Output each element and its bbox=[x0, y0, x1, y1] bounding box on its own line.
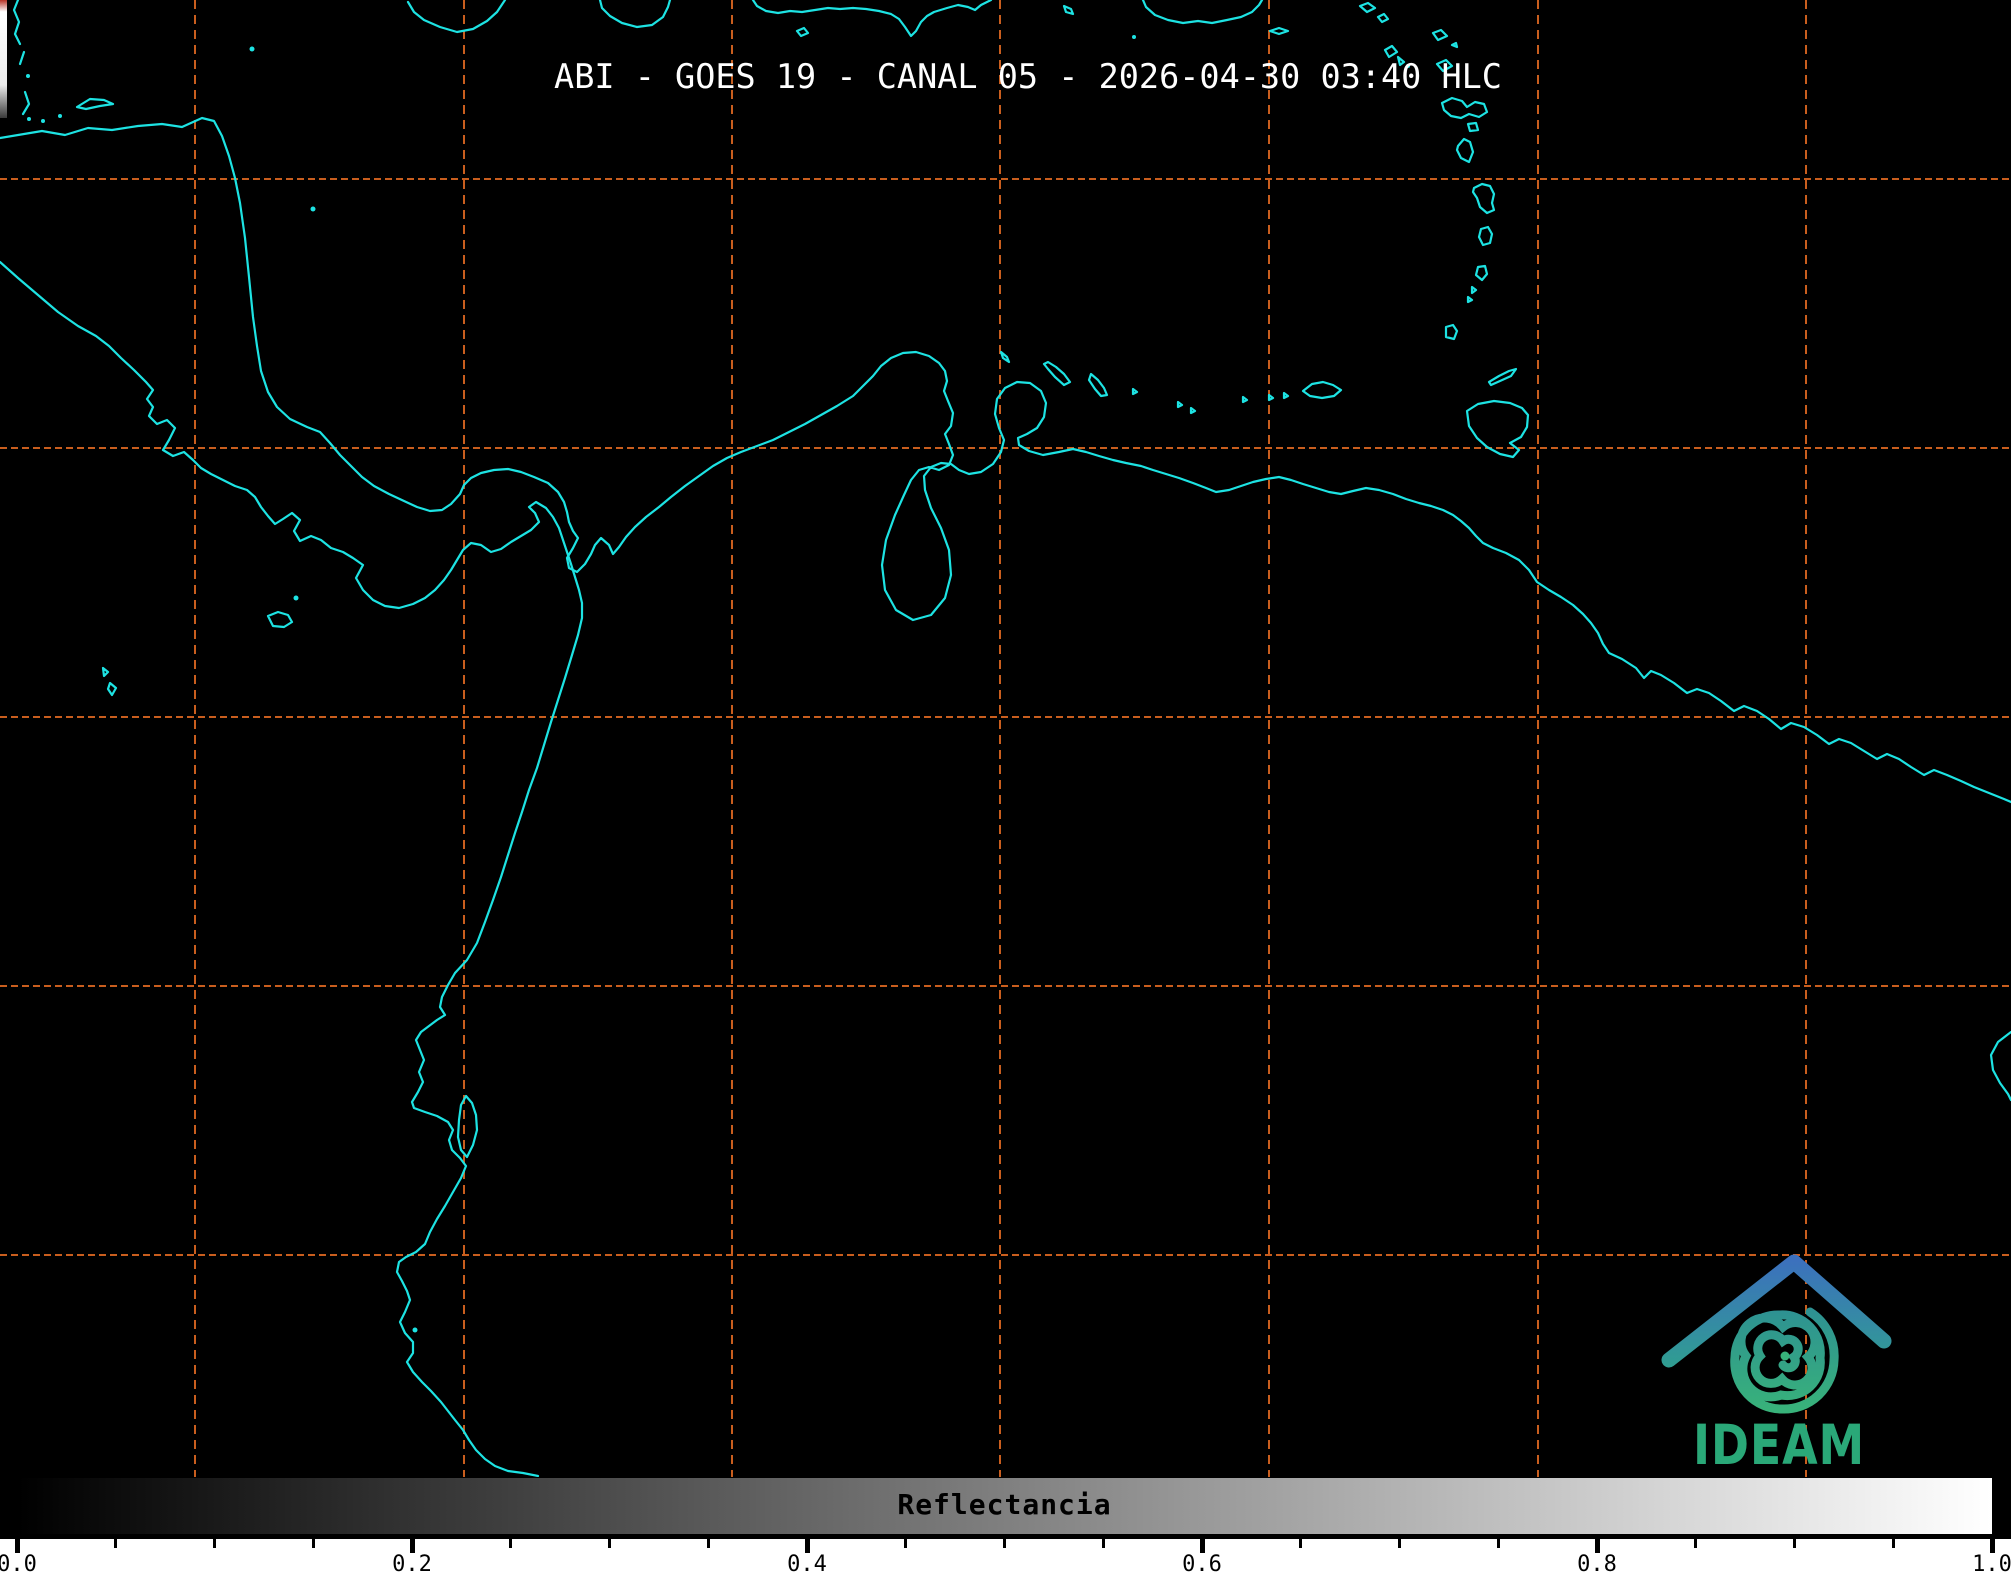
colorbar-tick-label: 0.8 bbox=[1577, 1552, 1617, 1577]
colorbar-tick-label: 1.0 bbox=[1972, 1552, 2011, 1577]
colorbar-tick bbox=[114, 1539, 118, 1548]
colorbar-tick bbox=[213, 1539, 216, 1548]
colorbar-tick bbox=[1101, 1539, 1105, 1548]
colorbar-tick bbox=[608, 1539, 611, 1548]
scan-edge-artifact bbox=[0, 0, 7, 118]
colorbar-tick bbox=[1299, 1539, 1303, 1548]
colorbar-tick-label: 0.4 bbox=[787, 1552, 827, 1577]
screenshot-root: { "map": { "background": "#000000", "coa… bbox=[0, 0, 2011, 1577]
colorbar-tick bbox=[1594, 1539, 1600, 1553]
colorbar-tick bbox=[1199, 1539, 1205, 1553]
colorbar-tick bbox=[311, 1539, 315, 1548]
satellite-map-image: ABI - GOES 19 - CANAL 05 - 2026-04-30 03… bbox=[0, 0, 2011, 1477]
image-title: ABI - GOES 19 - CANAL 05 - 2026-04-30 03… bbox=[554, 57, 1502, 96]
spiral-eye-dot bbox=[1780, 1351, 1790, 1361]
colorbar-tick bbox=[904, 1539, 908, 1548]
colorbar-tick bbox=[409, 1539, 415, 1553]
colorbar-tick-label: 0.6 bbox=[1182, 1552, 1222, 1577]
colorbar-tick-label: 0.2 bbox=[392, 1552, 432, 1577]
colorbar-tick bbox=[1989, 1539, 1995, 1553]
colorbar-title: Reflectancia bbox=[897, 1488, 1112, 1521]
colorbar-tick bbox=[706, 1539, 710, 1548]
colorbar-tick bbox=[1793, 1539, 1796, 1548]
colorbar-tick bbox=[1891, 1539, 1895, 1548]
colorbar-tick bbox=[804, 1539, 810, 1553]
colorbar-tick bbox=[1398, 1539, 1401, 1548]
colorbar-tick bbox=[1694, 1539, 1698, 1548]
colorbar-tick bbox=[14, 1539, 20, 1553]
colorbar-axis: 0.0 0.2 0.4 0.6 0.8 1.0 bbox=[0, 1539, 2011, 1577]
colorbar-gradient: Reflectancia bbox=[17, 1478, 1992, 1534]
colorbar-tick bbox=[1496, 1539, 1500, 1548]
colorbar-tick bbox=[1003, 1539, 1006, 1548]
logo-text: IDEAM bbox=[1693, 1413, 1865, 1477]
colorbar-tick bbox=[509, 1539, 513, 1548]
colorbar-tick-label: 0.0 bbox=[0, 1552, 37, 1577]
